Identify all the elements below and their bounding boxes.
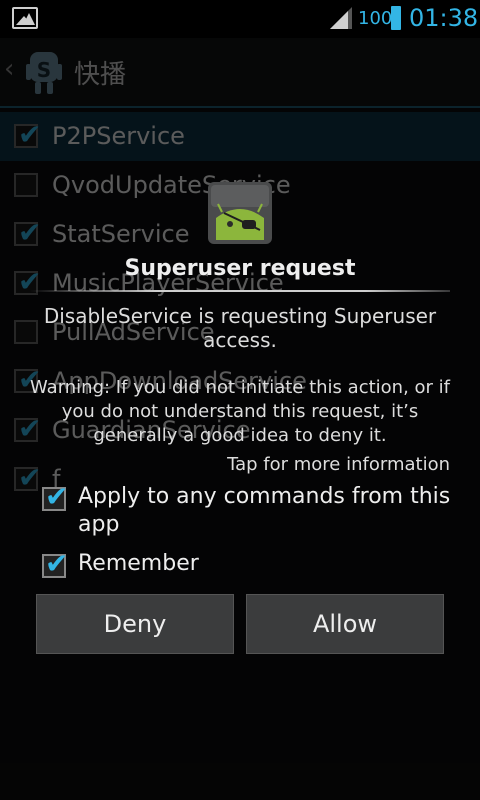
clock: 01:38 — [409, 4, 479, 32]
status-bar: 100 01:38 — [0, 0, 480, 38]
checkmark-icon: ✔ — [45, 480, 69, 513]
dialog-warning: Warning: If you did not initiate this ac… — [30, 377, 450, 446]
apply-all-label: Apply to any commands from this app — [78, 484, 451, 537]
apply-all-option[interactable]: ✔ Apply to any commands from this app — [42, 480, 452, 543]
dialog-message: DisableService is requesting Superuser a… — [43, 304, 437, 352]
remember-label: Remember — [78, 551, 199, 576]
battery-level: 100 — [358, 8, 393, 29]
apply-all-checkbox[interactable]: ✔ — [42, 480, 68, 513]
image-notification-icon — [12, 7, 38, 29]
allow-button[interactable]: Allow — [246, 594, 444, 654]
battery-icon — [391, 6, 401, 30]
title-divider — [30, 290, 450, 292]
signal-strength-icon — [330, 7, 352, 29]
dialog-title: Superuser request — [124, 256, 356, 281]
checkmark-icon: ✔ — [45, 547, 69, 580]
more-info-link[interactable]: Tap for more information — [227, 454, 450, 475]
remember-checkbox[interactable]: ✔ — [42, 547, 68, 580]
superuser-pirate-android-icon — [208, 182, 272, 244]
remember-option[interactable]: ✔ Remember — [42, 547, 452, 582]
superuser-request-dialog: Superuser request DisableService is requ… — [22, 170, 458, 670]
deny-button[interactable]: Deny — [36, 594, 234, 654]
